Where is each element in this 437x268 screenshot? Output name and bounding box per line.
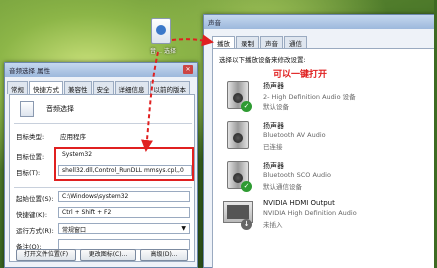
checkmark-icon: ✓ bbox=[241, 101, 252, 112]
device-status: 未插入 bbox=[263, 221, 283, 229]
open-file-location-button[interactable]: 打开文件位置(F) bbox=[16, 249, 76, 261]
target-input[interactable]: shell32.dll,Control_RunDLL mmsys.cpl,,0 bbox=[58, 165, 192, 176]
tab-compatibility[interactable]: 兼容性 bbox=[64, 81, 92, 94]
tab-recording[interactable]: 录制 bbox=[236, 36, 259, 48]
desktop-shortcut-label: 音… 选择 bbox=[150, 48, 176, 55]
device-status: 默认通信设备 bbox=[263, 183, 302, 191]
divider bbox=[14, 123, 192, 124]
shortcut-icon bbox=[151, 18, 171, 44]
app-icon bbox=[20, 101, 34, 117]
target-type-value: 应用程序 bbox=[60, 133, 86, 141]
run-select-value: 常规窗口 bbox=[62, 227, 87, 234]
device-description: Bluetooth SCO Audio bbox=[263, 171, 331, 179]
device-name: 扬声器 bbox=[263, 162, 284, 170]
target-type-row: 目标类型: 应用程序 bbox=[16, 131, 86, 141]
device-item[interactable]: ✓ 扬声器 Bluetooth SCO Audio 默认通信设备 bbox=[217, 161, 435, 197]
sound-tabs: 播放 录制 声音 通信 bbox=[212, 36, 308, 49]
advanced-button[interactable]: 高级(D)... bbox=[140, 249, 188, 261]
divider bbox=[14, 187, 192, 188]
start-in-input[interactable]: C:\Windows\system32 bbox=[58, 191, 190, 202]
target-location-label: 目标位置: bbox=[16, 153, 45, 161]
hotkey-input[interactable]: Ctrl + Shift + F2 bbox=[58, 207, 190, 218]
device-description: 2- High Definition Audio 设备 bbox=[263, 93, 356, 101]
tab-previous-versions[interactable]: 以前的版本 bbox=[149, 81, 190, 94]
arrow-down-icon: ↓ bbox=[241, 219, 252, 230]
tab-shortcut[interactable]: 快捷方式 bbox=[29, 81, 63, 95]
device-name: NVIDIA HDMI Output bbox=[263, 199, 335, 207]
properties-tabs: 常规 快捷方式 兼容性 安全 详细信息 以前的版本 bbox=[7, 81, 191, 95]
tab-general[interactable]: 常规 bbox=[7, 81, 28, 94]
app-name: 音频选择 bbox=[46, 105, 74, 113]
run-select[interactable]: 常规窗口 ▼ bbox=[58, 223, 190, 234]
start-in-label: 起始位置(S): bbox=[16, 195, 54, 203]
tab-sounds[interactable]: 声音 bbox=[260, 36, 283, 48]
device-status: 已连接 bbox=[263, 143, 283, 151]
target-location-value: System32 bbox=[58, 149, 192, 160]
annotation-callout: 可以一键打开 bbox=[273, 70, 328, 80]
tab-details[interactable]: 详细信息 bbox=[114, 81, 149, 94]
close-icon[interactable]: ✕ bbox=[183, 65, 193, 74]
properties-window: 音频选择 属性 ✕ 常规 快捷方式 兼容性 安全 详细信息 以前的版本 音频选择… bbox=[4, 62, 198, 268]
target-type-label: 目标类型: bbox=[16, 133, 45, 141]
target-label: 目标(T): bbox=[16, 169, 41, 177]
desktop-shortcut-icon[interactable]: 音… 选择 bbox=[143, 18, 179, 62]
device-status: 默认设备 bbox=[263, 103, 289, 111]
shortcut-panel: 音频选择 目标类型: 应用程序 目标位置: System32 目标(T): sh… bbox=[9, 94, 195, 262]
chevron-down-icon: ▼ bbox=[181, 225, 186, 232]
device-name: 扬声器 bbox=[263, 122, 284, 130]
device-item[interactable]: ↓ NVIDIA HDMI Output NVIDIA High Definit… bbox=[217, 199, 435, 235]
change-icon-button[interactable]: 更改图标(C)... bbox=[80, 249, 136, 261]
device-name: 扬声器 bbox=[263, 82, 284, 90]
properties-titlebar[interactable]: 音频选择 属性 bbox=[5, 63, 197, 77]
run-label: 运行方式(R): bbox=[16, 227, 54, 235]
sound-window: 声音 播放 录制 声音 通信 选择以下播放设备来修改设置: 可以一键打开 ✓ 扬… bbox=[203, 14, 437, 268]
device-description: NVIDIA High Definition Audio bbox=[263, 209, 357, 217]
tab-security[interactable]: 安全 bbox=[92, 81, 114, 94]
playback-hint: 选择以下播放设备来修改设置: bbox=[219, 56, 306, 64]
device-item[interactable]: ✓ 扬声器 2- High Definition Audio 设备 默认设备 bbox=[217, 81, 435, 117]
sound-titlebar[interactable]: 声音 bbox=[204, 15, 436, 29]
playback-panel: 选择以下播放设备来修改设置: 可以一键打开 ✓ 扬声器 2- High Defi… bbox=[212, 48, 437, 268]
tab-communications[interactable]: 通信 bbox=[284, 36, 307, 48]
checkmark-icon: ✓ bbox=[241, 181, 252, 192]
hotkey-label: 快捷键(K): bbox=[16, 211, 48, 219]
device-description: Bluetooth AV Audio bbox=[263, 131, 326, 139]
device-item[interactable]: 扬声器 Bluetooth AV Audio 已连接 bbox=[217, 121, 435, 157]
speaker-icon bbox=[227, 121, 249, 149]
